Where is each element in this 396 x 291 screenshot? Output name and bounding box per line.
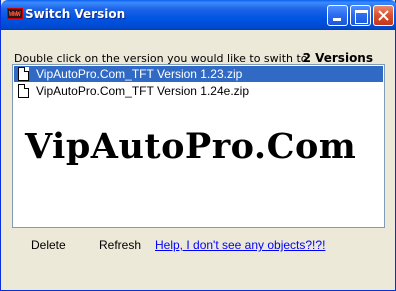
delete-button[interactable]: Delete <box>31 238 66 252</box>
switch-version-window: WWW Switch Version Double click on the v… <box>0 0 396 291</box>
watermark-text: VipAutoPro.Com <box>25 126 357 167</box>
close-button[interactable] <box>373 5 394 26</box>
title-bar[interactable]: WWW Switch Version <box>1 0 396 30</box>
list-item-label: VipAutoPro.Com_TFT Version 1.24e.zip <box>36 84 249 98</box>
close-icon <box>378 10 389 21</box>
app-icon: WWW <box>7 8 23 19</box>
maximize-button[interactable] <box>350 5 371 26</box>
version-count: 2 Versions <box>302 51 373 65</box>
list-item[interactable]: VipAutoPro.Com_TFT Version 1.23.zip <box>14 66 383 82</box>
window-title: Switch Version <box>25 7 126 21</box>
help-link[interactable]: Help, I don't see any objects?!?! <box>155 238 325 252</box>
file-icon <box>18 67 29 81</box>
app-icon-glyph: WWW <box>9 10 21 18</box>
list-item-label: VipAutoPro.Com_TFT Version 1.23.zip <box>35 67 244 81</box>
file-icon <box>18 84 29 98</box>
list-item[interactable]: VipAutoPro.Com_TFT Version 1.24e.zip <box>14 83 383 99</box>
minimize-button[interactable] <box>327 5 348 26</box>
refresh-button[interactable]: Refresh <box>99 238 141 252</box>
